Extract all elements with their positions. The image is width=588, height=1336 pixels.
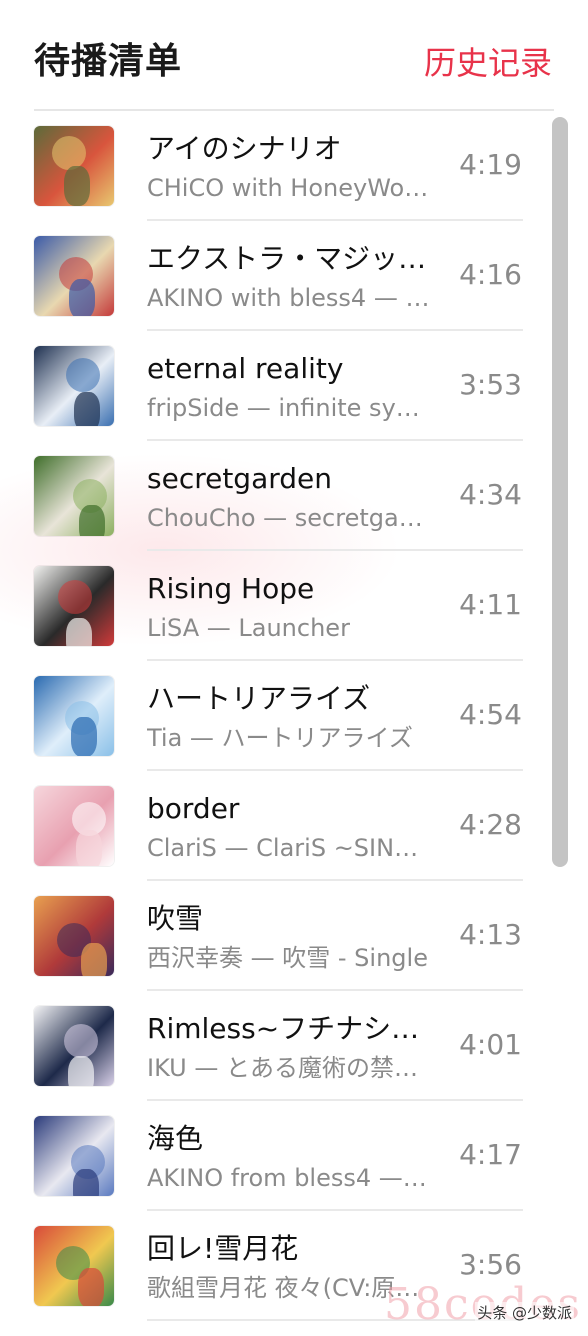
- queue-row[interactable]: Rising Hope LiSA — Launcher 4:11: [0, 551, 588, 661]
- song-duration: 4:17: [459, 1138, 522, 1171]
- song-subtitle: fripSide — infinite synthesis: [147, 394, 432, 422]
- album-cover: [34, 676, 114, 756]
- queue-row[interactable]: Rimless~フチナシノセカイ~ IKU — とある魔術の禁書目録 4:01: [0, 991, 588, 1101]
- scrollbar-thumb[interactable]: [552, 117, 568, 867]
- queue-row[interactable]: 吹雪西沢幸奏 — 吹雪 - Single 4:13: [0, 881, 588, 991]
- song-subtitle: 西沢幸奏 — 吹雪 - Single: [147, 944, 428, 972]
- song-duration: 3:53: [459, 368, 522, 401]
- song-duration: 4:13: [459, 918, 522, 951]
- song-duration: 4:28: [459, 808, 522, 841]
- album-cover: [34, 236, 114, 316]
- album-cover: [34, 1006, 114, 1086]
- page-title: 待播清单: [34, 41, 183, 82]
- watermark-credit: 头条 @少数派: [475, 1302, 574, 1324]
- queue-list: アイのシナリオ CHiCO with HoneyWorks — アイのシナリオ 4:…: [0, 111, 588, 1321]
- queue-row[interactable]: eternal reality fripSide — infinite synth…: [0, 331, 588, 441]
- song-title: 吹雪: [147, 902, 204, 935]
- song-subtitle: CHiCO with HoneyWorks — アイのシナリオ: [147, 174, 432, 202]
- queue-row[interactable]: secretgarden ChouCho — secretgarden 4:34: [0, 441, 588, 551]
- song-subtitle: Tia — ハートリアライズ: [147, 724, 413, 752]
- song-subtitle: IKU — とある魔術の禁書目録: [147, 1054, 432, 1082]
- album-cover: [34, 1226, 114, 1306]
- song-subtitle: ClariS — ClariS ~SINGLE BEST 1st~: [147, 834, 432, 862]
- album-cover: [34, 896, 114, 976]
- album-cover: [34, 126, 114, 206]
- queue-row[interactable]: 海色 AKINO from bless4 — 海色 4:17: [0, 1101, 588, 1211]
- song-duration: 3:56: [459, 1248, 522, 1281]
- album-cover: [34, 1116, 114, 1196]
- song-title: border: [147, 792, 240, 825]
- song-duration: 4:16: [459, 258, 522, 291]
- song-duration: 4:54: [459, 698, 522, 731]
- song-title: 海色: [147, 1122, 204, 1155]
- song-duration: 4:19: [459, 148, 522, 181]
- song-title: eternal reality: [147, 352, 344, 385]
- queue-row[interactable]: エクストラ・マジック・アワー AKINO with bless4 — エクストラ・…: [0, 221, 588, 331]
- album-cover: [34, 566, 114, 646]
- album-cover: [34, 456, 114, 536]
- song-title: エクストラ・マジック・アワー: [147, 242, 437, 275]
- song-subtitle: AKINO with bless4 — エクストラ・マジック・アワー: [147, 284, 432, 312]
- album-cover: [34, 786, 114, 866]
- song-title: Rimless~フチナシノセカイ~: [147, 1012, 437, 1045]
- song-title: Rising Hope: [147, 572, 315, 605]
- queue-row[interactable]: ハートリアライズ Tia — ハートリアライズ 4:54: [0, 661, 588, 771]
- song-duration: 4:34: [459, 478, 522, 511]
- song-title: secretgarden: [147, 462, 333, 495]
- song-title: 回レ!雪月花: [147, 1232, 299, 1265]
- song-subtitle: ChouCho — secretgarden: [147, 504, 432, 532]
- song-title: ハートリアライズ: [147, 682, 371, 715]
- song-subtitle: AKINO from bless4 — 海色: [147, 1164, 432, 1192]
- song-duration: 4:01: [459, 1028, 522, 1061]
- album-cover: [34, 346, 114, 426]
- queue-header: 待播清单 历史记录: [0, 0, 588, 111]
- song-subtitle: LiSA — Launcher: [147, 614, 350, 642]
- queue-row[interactable]: border ClariS — ClariS ~SINGLE BEST 1st~ 4…: [0, 771, 588, 881]
- song-title: アイのシナリオ: [147, 132, 342, 165]
- history-button[interactable]: 历史记录: [424, 40, 552, 86]
- song-duration: 4:11: [459, 588, 522, 621]
- queue-row[interactable]: アイのシナリオ CHiCO with HoneyWorks — アイのシナリオ 4:…: [0, 111, 588, 221]
